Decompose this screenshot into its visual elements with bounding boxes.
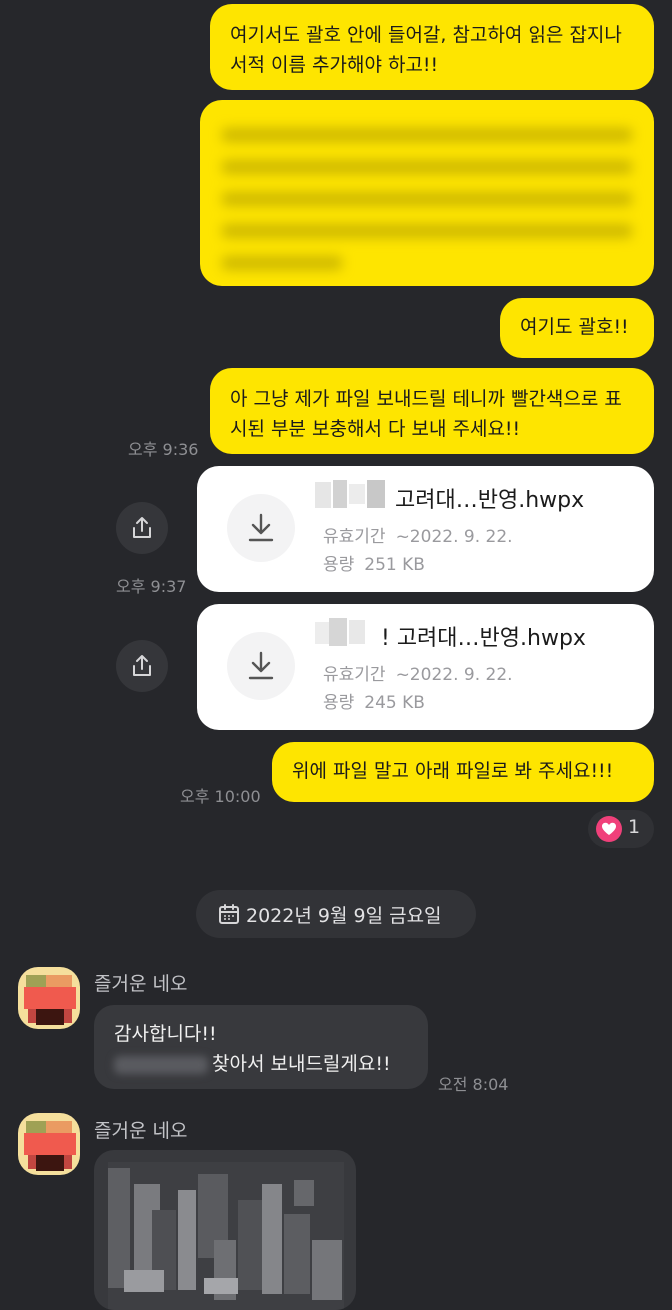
reaction-count: 1 [628,816,641,838]
my-message-bubble[interactable]: 여기서도 괄호 안에 들어갈, 참고하여 읽은 잡지나 서적 이름 추가해야 하… [210,4,654,90]
file-attachment-card[interactable]: 고려대…반영.hwpx 유효기간 ~2022. 9. 22. 용량 251 KB [197,466,654,592]
avatar[interactable] [18,967,80,1029]
date-text: 2022년 9월 9일 금요일 [246,905,442,927]
file-attachment-card[interactable]: ! 고려대…반영.hwpx 유효기간 ~2022. 9. 22. 용량 245 KB [197,604,654,730]
reaction-badge[interactable]: 1 [588,810,654,848]
file-expiry: 유효기간 ~2022. 9. 22. [323,527,513,547]
calendar-icon [219,904,239,924]
blurred-text [222,122,632,270]
my-message-bubble-blurred[interactable] [200,100,654,286]
sender-name: 즐거운 네오 [94,1120,188,1142]
message-text: 아 그냥 제가 파일 보내드릴 테니까 빨간색으로 표시된 부분 보충해서 다 … [230,388,622,440]
my-message-bubble[interactable]: 위에 파일 말고 아래 파일로 봐 주세요!!! [272,742,654,802]
message-text: 여기도 괄호!! [520,316,629,338]
download-icon [248,651,274,680]
file-name: ! 고려대…반영.hwpx [381,626,586,651]
my-message-bubble[interactable]: 여기도 괄호!! [500,298,654,358]
download-button[interactable] [227,632,295,700]
message-line: 찾아서 보내드릴게요!! [212,1053,391,1075]
message-text: 위에 파일 말고 아래 파일로 봐 주세요!!! [292,760,614,782]
my-message-bubble[interactable]: 아 그냥 제가 파일 보내드릴 테니까 빨간색으로 표시된 부분 보충해서 다 … [210,368,654,454]
message-line: 감사합니다!! [114,1023,217,1045]
share-icon [133,517,151,538]
file-name: 고려대…반영.hwpx [395,488,585,513]
pixelated-image-message[interactable] [94,1150,356,1310]
file-size: 용량 245 KB [323,693,425,713]
heart-icon [596,816,622,842]
blurred-filename-prefix [315,480,391,510]
download-icon [248,513,274,542]
blurred-text [114,1055,208,1074]
message-time: 오후 9:36 [128,440,199,459]
file-time: 오후 9:37 [116,577,187,596]
blurred-filename-prefix [315,618,391,648]
message-text: 여기서도 괄호 안에 들어갈, 참고하여 읽은 잡지나 서적 이름 추가해야 하… [230,24,622,76]
file-expiry: 유효기간 ~2022. 9. 22. [323,665,513,685]
download-button[interactable] [227,494,295,562]
share-icon [133,655,151,676]
message-time: 오전 8:04 [438,1075,509,1094]
incoming-message-bubble[interactable]: 감사합니다!! 찾아서 보내드릴게요!! [94,1005,428,1089]
share-button[interactable] [116,640,168,692]
avatar[interactable] [18,1113,80,1175]
share-button[interactable] [116,502,168,554]
message-time: 오후 10:00 [180,787,261,806]
file-size: 용량 251 KB [323,555,425,575]
sender-name: 즐거운 네오 [94,973,188,995]
date-divider: 2022년 9월 9일 금요일 [196,890,476,938]
